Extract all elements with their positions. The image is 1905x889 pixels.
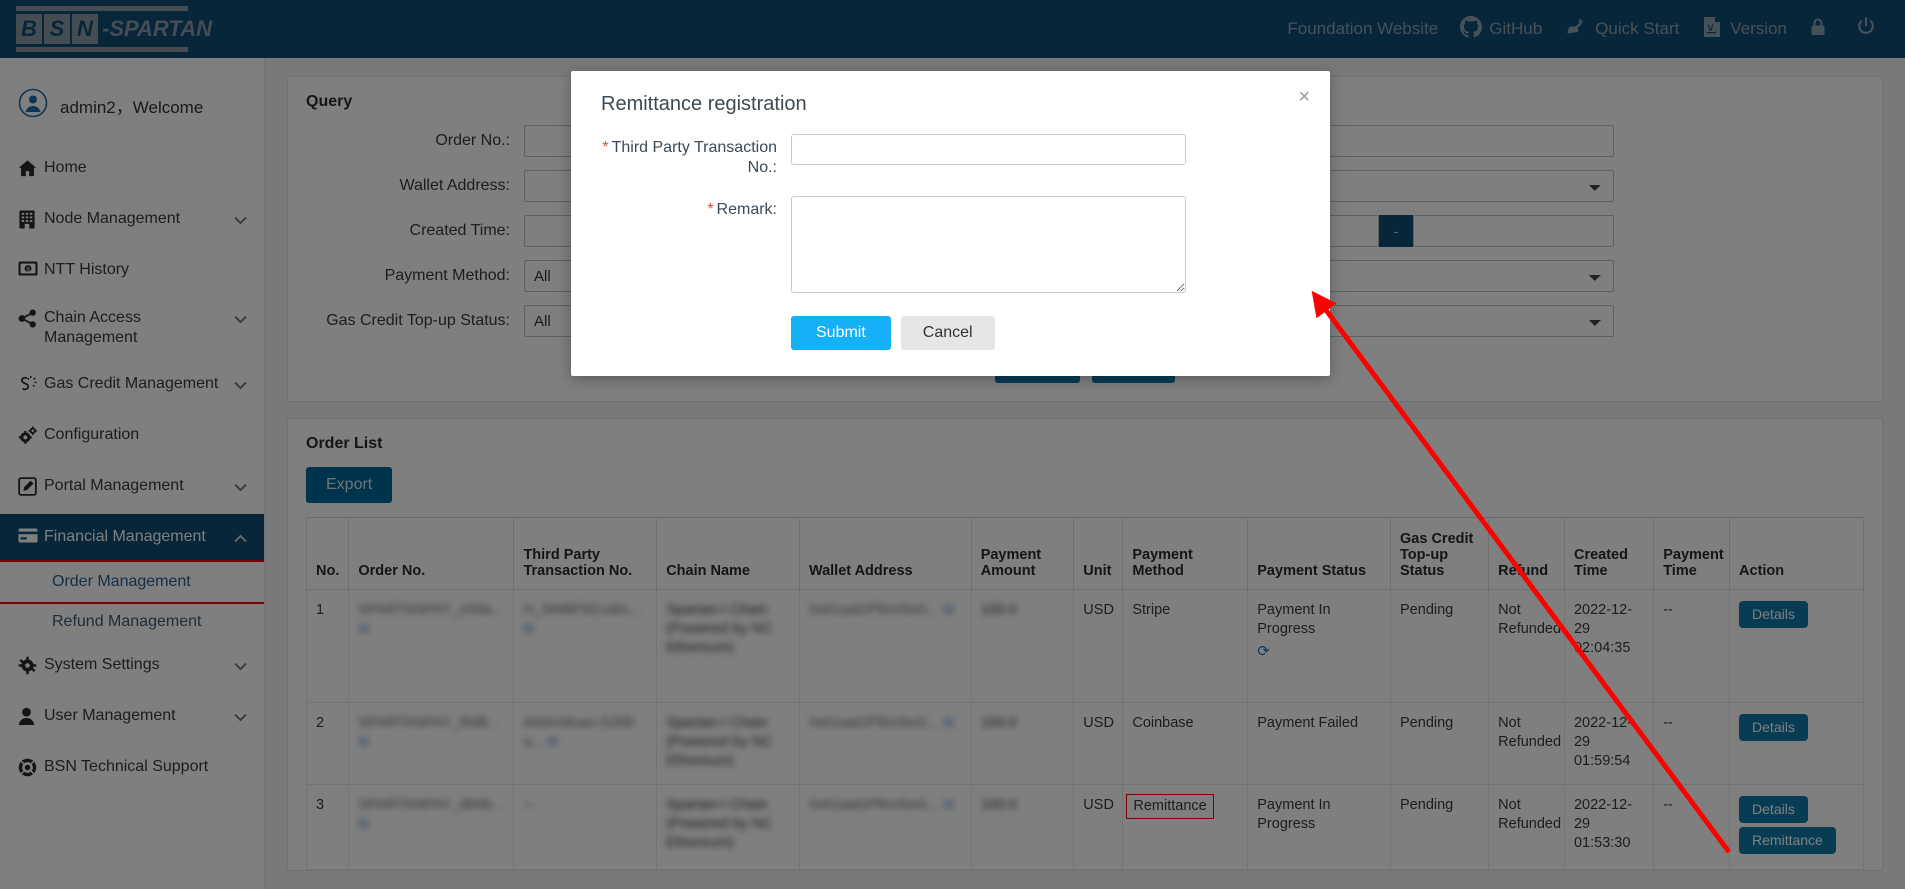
modal-actions: Submit Cancel [791,316,1330,350]
remittance-registration-modal: Remittance registration × *Third Party T… [571,71,1330,376]
modal-field-label: Remark: [717,201,777,218]
third-party-transaction-no-input[interactable] [791,134,1186,165]
modal-row-remark: *Remark: [571,196,1330,298]
cancel-button[interactable]: Cancel [901,316,995,350]
required-asterisk: * [707,201,713,218]
remark-textarea[interactable] [791,196,1186,293]
required-asterisk: * [602,139,608,156]
modal-row-third-party-transaction-no: *Third Party Transaction No.: [571,134,1330,178]
submit-button[interactable]: Submit [791,316,891,350]
modal-title: Remittance registration [571,71,1330,116]
modal-field-label: Third Party Transaction No.: [612,139,777,176]
modal-field-label-wrap: *Remark: [571,196,791,298]
close-icon[interactable]: × [1298,87,1310,107]
modal-field-label-wrap: *Third Party Transaction No.: [571,134,791,178]
